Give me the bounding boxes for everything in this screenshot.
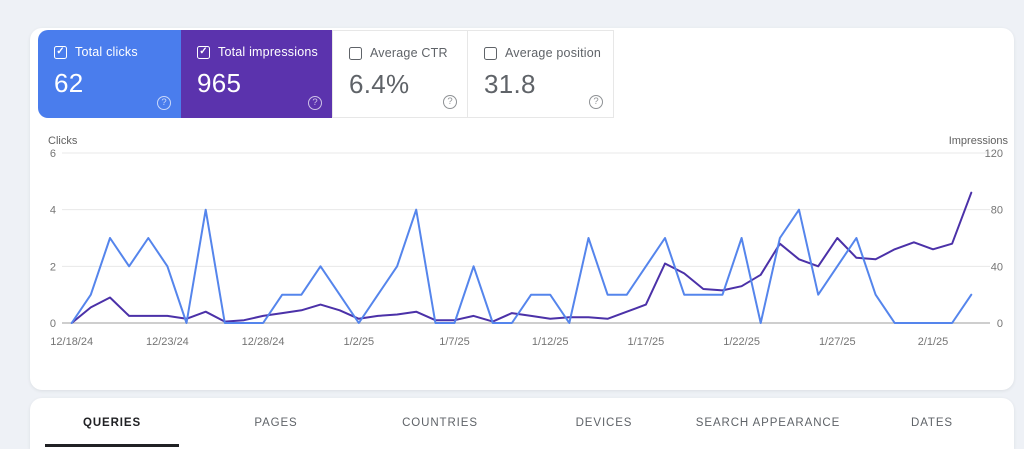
metric-label: Total impressions bbox=[218, 45, 318, 59]
check-icon: ✓ bbox=[56, 46, 65, 57]
x-axis-tick: 2/1/25 bbox=[918, 336, 949, 348]
checkbox-unchecked-icon[interactable] bbox=[484, 46, 497, 60]
card-header: Average position bbox=[484, 46, 613, 60]
help-icon[interactable]: ? bbox=[443, 95, 457, 109]
tab-label: COUNTRIES bbox=[402, 417, 478, 429]
metric-card-average-position[interactable]: Average position 31.8 ? bbox=[467, 30, 614, 118]
left-axis-tick: 2 bbox=[50, 261, 56, 273]
metric-value: 62 bbox=[54, 68, 84, 98]
x-axis-tick: 12/28/24 bbox=[242, 336, 285, 348]
right-axis-tick: 80 bbox=[991, 205, 1003, 217]
metric-card-average-ctr[interactable]: Average CTR 6.4% ? bbox=[332, 30, 468, 118]
right-axis-tick: 40 bbox=[991, 261, 1003, 273]
x-axis-tick: 1/12/25 bbox=[532, 336, 569, 348]
metric-label: Average position bbox=[505, 46, 602, 60]
card-header: ✓ Total impressions bbox=[197, 45, 332, 59]
checkbox-checked-icon[interactable]: ✓ bbox=[54, 45, 67, 59]
help-icon[interactable]: ? bbox=[589, 95, 603, 109]
tab-countries[interactable]: COUNTRIES bbox=[358, 400, 522, 446]
tab-label: DEVICES bbox=[575, 417, 633, 429]
left-axis-tick: 4 bbox=[50, 205, 56, 217]
tab-label: PAGES bbox=[254, 417, 298, 429]
help-icon[interactable]: ? bbox=[308, 96, 322, 110]
right-axis-tick: 0 bbox=[997, 318, 1003, 330]
x-axis-tick: 1/22/25 bbox=[723, 336, 760, 348]
metric-label: Total clicks bbox=[75, 45, 138, 59]
x-axis-tick: 1/2/25 bbox=[344, 336, 375, 348]
tab-label: QUERIES bbox=[82, 417, 142, 429]
x-axis-tick: 12/18/24 bbox=[50, 336, 93, 348]
metric-card-total-clicks[interactable]: ✓ Total clicks 62 ? bbox=[38, 30, 181, 118]
chart-area: 0 2 4 6 0 40 80 120 Clicks Impressions 12/18/24 12/… bbox=[30, 128, 1014, 388]
tab-label: DATES bbox=[911, 417, 953, 429]
tab-dates[interactable]: DATES bbox=[850, 400, 1014, 446]
metric-card-total-impressions[interactable]: ✓ Total impressions 965 ? bbox=[181, 30, 332, 118]
right-axis-title: Impressions bbox=[949, 135, 1009, 147]
performance-chart[interactable]: 0 2 4 6 0 40 80 120 Clicks Impressions 12/18/24 12/… bbox=[30, 128, 1014, 388]
x-axis-tick: 1/7/25 bbox=[439, 336, 470, 348]
checkbox-unchecked-icon[interactable] bbox=[349, 46, 362, 60]
right-axis-tick: 120 bbox=[985, 148, 1003, 160]
tab-devices[interactable]: DEVICES bbox=[522, 400, 686, 446]
left-axis-title: Clicks bbox=[48, 135, 78, 147]
tab-label: SEARCH APPEARANCE bbox=[695, 417, 841, 429]
left-axis-tick: 0 bbox=[50, 318, 56, 330]
bottom-tabs-panel: QUERIES PAGES COUNTRIES DEVICES SEARCH A… bbox=[30, 398, 1014, 449]
tab-search-appearance[interactable]: SEARCH APPEARANCE bbox=[686, 400, 850, 446]
tab-bar: QUERIES PAGES COUNTRIES DEVICES SEARCH A… bbox=[30, 400, 1014, 447]
metric-value: 965 bbox=[197, 68, 242, 98]
metric-label: Average CTR bbox=[370, 46, 448, 60]
x-axis-tick: 12/23/24 bbox=[146, 336, 189, 348]
card-header: Average CTR bbox=[349, 46, 467, 60]
x-axis-tick: 1/27/25 bbox=[819, 336, 856, 348]
performance-panel: ✓ Total clicks 62 ? ✓ Total impressions … bbox=[30, 28, 1014, 390]
checkbox-checked-icon[interactable]: ✓ bbox=[197, 45, 210, 59]
help-icon[interactable]: ? bbox=[157, 96, 171, 110]
tab-pages[interactable]: PAGES bbox=[194, 400, 358, 446]
check-icon: ✓ bbox=[199, 46, 208, 57]
tab-queries[interactable]: QUERIES bbox=[30, 400, 194, 447]
metric-cards-row: ✓ Total clicks 62 ? ✓ Total impressions … bbox=[38, 30, 614, 118]
x-axis-tick: 1/17/25 bbox=[628, 336, 665, 348]
left-axis-tick: 6 bbox=[50, 148, 56, 160]
card-header: ✓ Total clicks bbox=[54, 45, 181, 59]
